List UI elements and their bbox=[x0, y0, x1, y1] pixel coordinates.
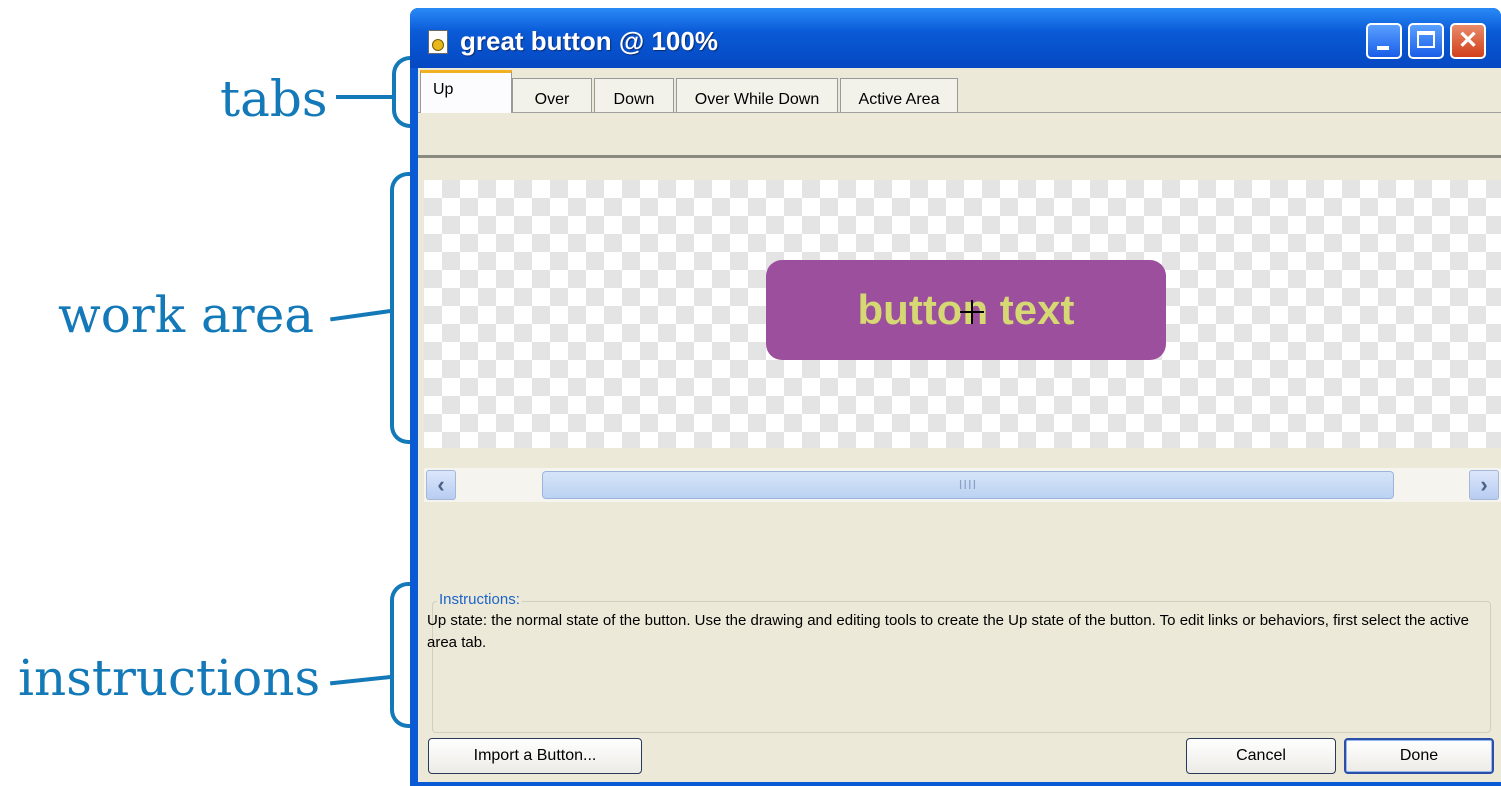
toolbar-strip bbox=[418, 113, 1501, 158]
instructions-text: Up state: the normal state of the button… bbox=[427, 612, 1469, 651]
done-button[interactable]: Done bbox=[1344, 738, 1494, 774]
callout-instructions-leader bbox=[329, 674, 395, 686]
instructions-panel: Instructions: Up state: the normal state… bbox=[427, 591, 1491, 733]
instructions-legend: Instructions: bbox=[437, 591, 522, 608]
button-editor-window: great button @ 100% ✕ Up Over Down Over … bbox=[410, 8, 1501, 786]
tab-down[interactable]: Down bbox=[594, 78, 674, 112]
scrollbar-thumb[interactable]: IIII bbox=[542, 471, 1394, 499]
horizontal-scrollbar[interactable]: ‹ IIII › bbox=[424, 468, 1501, 502]
window-client: Up Over Down Over While Down Active Area… bbox=[418, 68, 1501, 782]
callout-work-area-bracket bbox=[390, 172, 412, 444]
document-icon bbox=[428, 30, 448, 54]
window-title: great button @ 100% bbox=[460, 26, 718, 56]
tab-strip: Up Over Down Over While Down Active Area bbox=[418, 68, 1501, 113]
maximize-button[interactable] bbox=[1408, 23, 1444, 59]
callout-instructions: instructions bbox=[18, 649, 321, 707]
callout-instructions-bracket bbox=[390, 582, 412, 728]
callout-work-area: work area bbox=[58, 286, 315, 344]
title-bar[interactable]: great button @ 100% ✕ bbox=[410, 8, 1501, 68]
tab-over[interactable]: Over bbox=[512, 78, 592, 112]
tab-up[interactable]: Up bbox=[420, 70, 512, 113]
crosshair-cursor-icon bbox=[960, 300, 984, 324]
cancel-button[interactable]: Cancel bbox=[1186, 738, 1336, 774]
work-area-canvas[interactable]: button text bbox=[424, 180, 1501, 448]
minimize-button[interactable] bbox=[1366, 23, 1402, 59]
tab-active-area[interactable]: Active Area bbox=[840, 78, 958, 112]
maximize-icon bbox=[1417, 31, 1435, 48]
import-button[interactable]: Import a Button... bbox=[428, 738, 642, 774]
scroll-right-arrow-icon[interactable]: › bbox=[1469, 470, 1499, 500]
callout-work-area-leader bbox=[330, 308, 394, 322]
tab-over-while-down[interactable]: Over While Down bbox=[676, 78, 838, 112]
close-button[interactable]: ✕ bbox=[1450, 23, 1486, 59]
callout-tabs-leader bbox=[336, 95, 396, 99]
scroll-left-arrow-icon[interactable]: ‹ bbox=[426, 470, 456, 500]
minimize-icon bbox=[1377, 46, 1389, 50]
callout-tabs: tabs bbox=[220, 70, 328, 128]
close-icon: ✕ bbox=[1457, 27, 1479, 54]
